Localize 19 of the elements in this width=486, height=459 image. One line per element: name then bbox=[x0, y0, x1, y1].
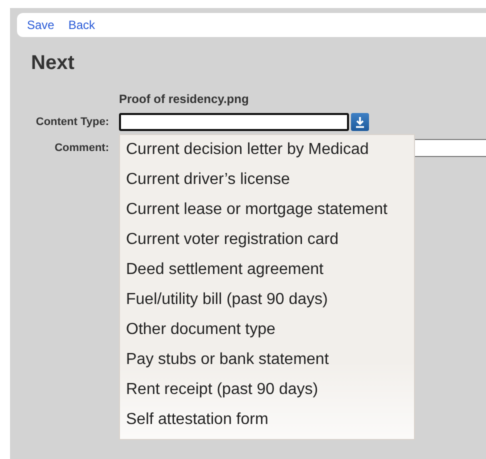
toolbar-link[interactable]: Back bbox=[68, 18, 96, 32]
content-type-field[interactable] bbox=[119, 113, 349, 131]
dropdown-option[interactable]: Current driver’s license bbox=[120, 165, 414, 195]
dropdown-option[interactable]: Pay stubs or bank statement bbox=[120, 345, 414, 375]
page-heading: Next bbox=[31, 52, 76, 75]
dropdown-option[interactable]: Current voter registration card bbox=[120, 225, 414, 255]
dropdown-option[interactable]: Current decision letter by Medicad bbox=[120, 135, 414, 165]
dropdown-option[interactable]: Rent receipt (past 90 days) bbox=[120, 375, 414, 405]
file-name: Proof of residency.png bbox=[119, 92, 250, 106]
field-label: Content Type: bbox=[34, 116, 109, 128]
download-arrow-icon bbox=[355, 116, 365, 128]
dropdown-option[interactable]: Deed settlement agreement bbox=[120, 255, 414, 285]
toolbar-link[interactable]: Save bbox=[27, 18, 54, 32]
dropdown-option[interactable]: Other document type bbox=[120, 315, 414, 345]
dropdown-option[interactable]: Fuel/utility bill (past 90 days) bbox=[120, 285, 414, 315]
field-label: Comment: bbox=[54, 142, 109, 154]
dropdown-option[interactable]: Current lease or mortgage statement bbox=[120, 195, 414, 225]
dropdown-button[interactable] bbox=[351, 113, 369, 131]
dropdown-option[interactable]: Self attestation form bbox=[120, 405, 414, 435]
